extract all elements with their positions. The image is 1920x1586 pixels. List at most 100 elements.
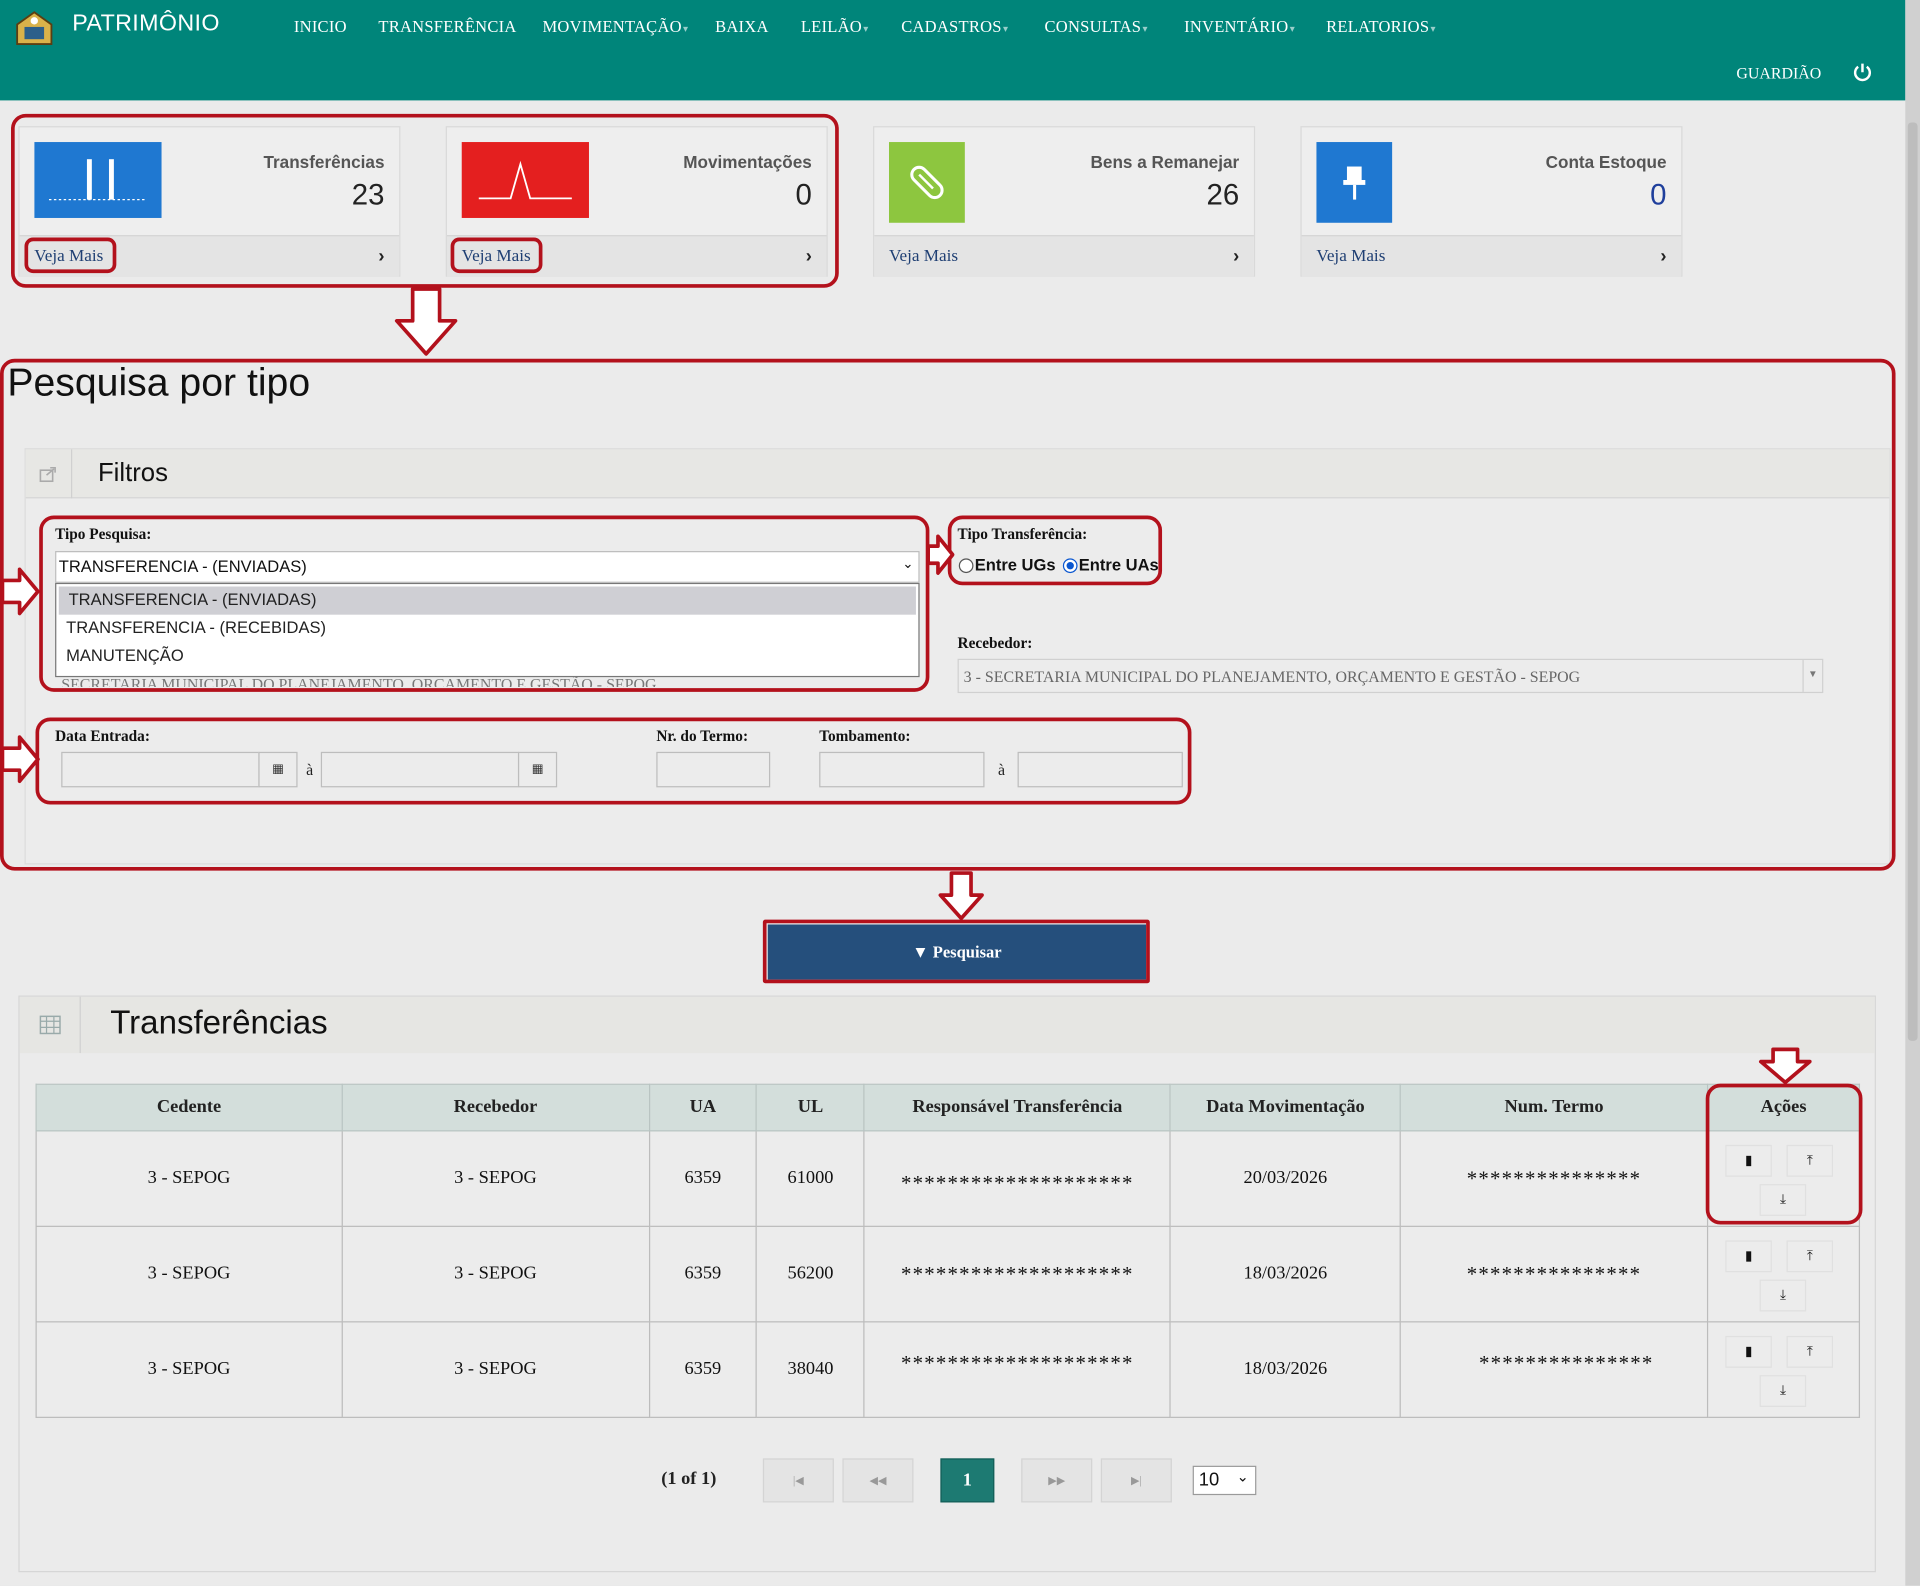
tipo-pesquisa-label: Tipo Pesquisa: <box>55 525 152 543</box>
card-footer[interactable]: Veja Mais › <box>19 235 400 277</box>
veja-mais-link[interactable]: Veja Mais <box>1316 247 1385 267</box>
radio-entre-ugs[interactable]: Entre UGs <box>958 556 1056 574</box>
cell-ua: 6359 <box>648 1225 758 1323</box>
nav-transferencia[interactable]: TRANSFERÊNCIA <box>378 17 516 37</box>
cell-recebedor: 3 - SEPOG <box>341 1321 650 1418</box>
caret-down-icon: ▾ <box>1430 23 1436 35</box>
chevron-right-icon[interactable]: › <box>806 246 812 267</box>
upload-icon[interactable]: ⤒ <box>1786 1144 1834 1177</box>
radio-unchecked-icon[interactable] <box>958 558 974 574</box>
tombamento-fim-input[interactable] <box>1017 751 1183 788</box>
cell-ua: 6359 <box>648 1321 758 1418</box>
chevron-right-icon[interactable]: › <box>378 246 384 267</box>
column-header[interactable]: Cedente <box>35 1083 343 1132</box>
radio-checked-icon[interactable] <box>1062 558 1078 574</box>
collapse-toggle[interactable] <box>26 449 73 499</box>
cell-ul: 38040 <box>756 1321 865 1418</box>
recebedor-select[interactable]: 3 - SECRETARIA MUNICIPAL DO PLANEJAMENTO… <box>957 658 1824 694</box>
tipo-pesquisa-select[interactable]: TRANSFERENCIA - (ENVIADAS) ⌄ <box>55 551 920 583</box>
power-icon[interactable] <box>1851 61 1873 83</box>
bar-chart-icon <box>34 142 162 218</box>
city-crest-icon <box>16 11 53 46</box>
pulse-chart-icon <box>461 142 589 218</box>
user-name[interactable]: GUARDIÃO <box>1736 64 1821 84</box>
card-footer[interactable]: Veja Mais › <box>1301 235 1682 277</box>
results-table: Cedente Recebedor UA UL Responsável Tran… <box>35 1083 1861 1418</box>
chevron-right-icon[interactable]: › <box>1233 246 1239 267</box>
tombamento-label: Tombamento: <box>819 727 911 745</box>
cell-recebedor: 3 - SEPOG <box>341 1225 650 1323</box>
app-root: PATRIMÔNIO INICIO TRANSFERÊNCIA MOVIMENT… <box>0 0 1920 1586</box>
page-scrollbar[interactable] <box>1905 0 1920 1586</box>
nav-consultas[interactable]: CONSULTAS▾ <box>1044 17 1147 37</box>
last-page-icon[interactable]: ▶| <box>1100 1458 1172 1503</box>
scrollbar-thumb[interactable] <box>1907 122 1918 1041</box>
section-title: Pesquisa por tipo <box>7 360 311 405</box>
calendar-icon[interactable]: ▦ <box>258 751 298 788</box>
view-icon[interactable]: ▮ <box>1725 1144 1772 1177</box>
veja-mais-link[interactable]: Veja Mais <box>462 247 531 267</box>
view-icon[interactable]: ▮ <box>1725 1239 1772 1272</box>
recebedor-value: 3 - SECRETARIA MUNICIPAL DO PLANEJAMENTO… <box>963 667 1581 686</box>
data-entrada-label: Data Entrada: <box>55 727 150 745</box>
view-icon[interactable]: ▮ <box>1725 1335 1772 1368</box>
column-header[interactable]: UL <box>756 1083 865 1132</box>
tipo-transferencia-label: Tipo Transferência: <box>957 525 1088 543</box>
download-icon[interactable]: ⤓ <box>1759 1183 1807 1216</box>
column-header[interactable]: UA <box>648 1083 758 1132</box>
nav-relatorios[interactable]: RELATORIOS▾ <box>1326 17 1436 37</box>
page-button-current[interactable]: 1 <box>940 1458 995 1503</box>
rows-per-page-select[interactable]: 10 ⌄ <box>1192 1465 1257 1496</box>
card-footer[interactable]: Veja Mais › <box>446 235 827 277</box>
next-page-icon[interactable]: ▶▶ <box>1021 1458 1093 1503</box>
option-manutencao[interactable]: MANUTENÇÃO <box>56 643 918 671</box>
column-header[interactable]: Responsável Transferência <box>863 1083 1171 1132</box>
filters-panel-title: Filtros <box>97 459 168 488</box>
tombamento-inicio-input[interactable] <box>819 751 985 788</box>
nav-inicio[interactable]: INICIO <box>294 17 347 37</box>
nav-baixa[interactable]: BAIXA <box>715 17 769 37</box>
first-page-icon[interactable]: |◀ <box>762 1458 834 1503</box>
data-entrada-inicio-input[interactable] <box>61 751 260 788</box>
nr-termo-input[interactable] <box>656 751 771 788</box>
annotation-arrow-down-icon <box>394 287 458 356</box>
prev-page-icon[interactable]: ◀◀ <box>842 1458 914 1503</box>
card-label: Bens a Remanejar <box>1090 151 1240 172</box>
radio-entre-uas[interactable]: Entre UAs <box>1062 556 1159 574</box>
veja-mais-link[interactable]: Veja Mais <box>34 247 103 267</box>
nav-leilao[interactable]: LEILÃO▾ <box>801 17 869 37</box>
table-row: 3 - SEPOG 3 - SEPOG 6359 61000 *********… <box>35 1130 1861 1227</box>
nav-inventario[interactable]: INVENTÁRIO▾ <box>1184 17 1295 37</box>
chevron-right-icon[interactable]: › <box>1660 246 1666 267</box>
cell-acoes: ▮ ⤒ ⤓ <box>1707 1225 1861 1323</box>
cell-cedente: 3 - SEPOG <box>35 1130 343 1227</box>
option-enviadas[interactable]: TRANSFERENCIA - (ENVIADAS) <box>58 586 916 615</box>
column-header[interactable]: Recebedor <box>341 1083 650 1132</box>
data-entrada-fim-input[interactable] <box>320 751 520 788</box>
card-count: 26 <box>1206 178 1240 212</box>
card-bens-remanejar: Bens a Remanejar 26 Veja Mais › <box>873 126 1256 277</box>
calendar-icon[interactable]: ▦ <box>517 751 558 788</box>
cell-ul: 61000 <box>756 1130 865 1227</box>
card-footer[interactable]: Veja Mais › <box>874 235 1254 277</box>
table-header-row: Cedente Recebedor UA UL Responsável Tran… <box>35 1083 1861 1132</box>
chevron-down-icon: ⌄ <box>902 557 914 572</box>
column-header[interactable]: Num. Termo <box>1399 1083 1709 1132</box>
veja-mais-link[interactable]: Veja Mais <box>889 247 958 267</box>
nav-movimentacao[interactable]: MOVIMENTAÇÃO▾ <box>542 17 688 37</box>
caret-down-icon: ▾ <box>683 23 689 35</box>
caret-down-icon: ▾ <box>1142 23 1148 35</box>
chevron-down-icon[interactable]: ▼ <box>1802 660 1822 692</box>
nav-cadastros[interactable]: CADASTROS▾ <box>901 17 1008 37</box>
column-header[interactable]: Data Movimentação <box>1169 1083 1402 1132</box>
pesquisar-button[interactable]: ▼ Pesquisar <box>767 924 1147 980</box>
pin-icon <box>1316 142 1393 223</box>
card-transferencias: Transferências 23 Veja Mais › <box>18 126 401 277</box>
option-recebidas[interactable]: TRANSFERENCIA - (RECEBIDAS) <box>56 615 918 643</box>
download-icon[interactable]: ⤓ <box>1759 1374 1807 1407</box>
upload-icon[interactable]: ⤒ <box>1786 1335 1834 1368</box>
cell-acoes: ▮ ⤒ ⤓ <box>1707 1130 1861 1227</box>
upload-icon[interactable]: ⤒ <box>1786 1239 1834 1272</box>
share-icon <box>39 466 56 483</box>
download-icon[interactable]: ⤓ <box>1759 1278 1807 1311</box>
